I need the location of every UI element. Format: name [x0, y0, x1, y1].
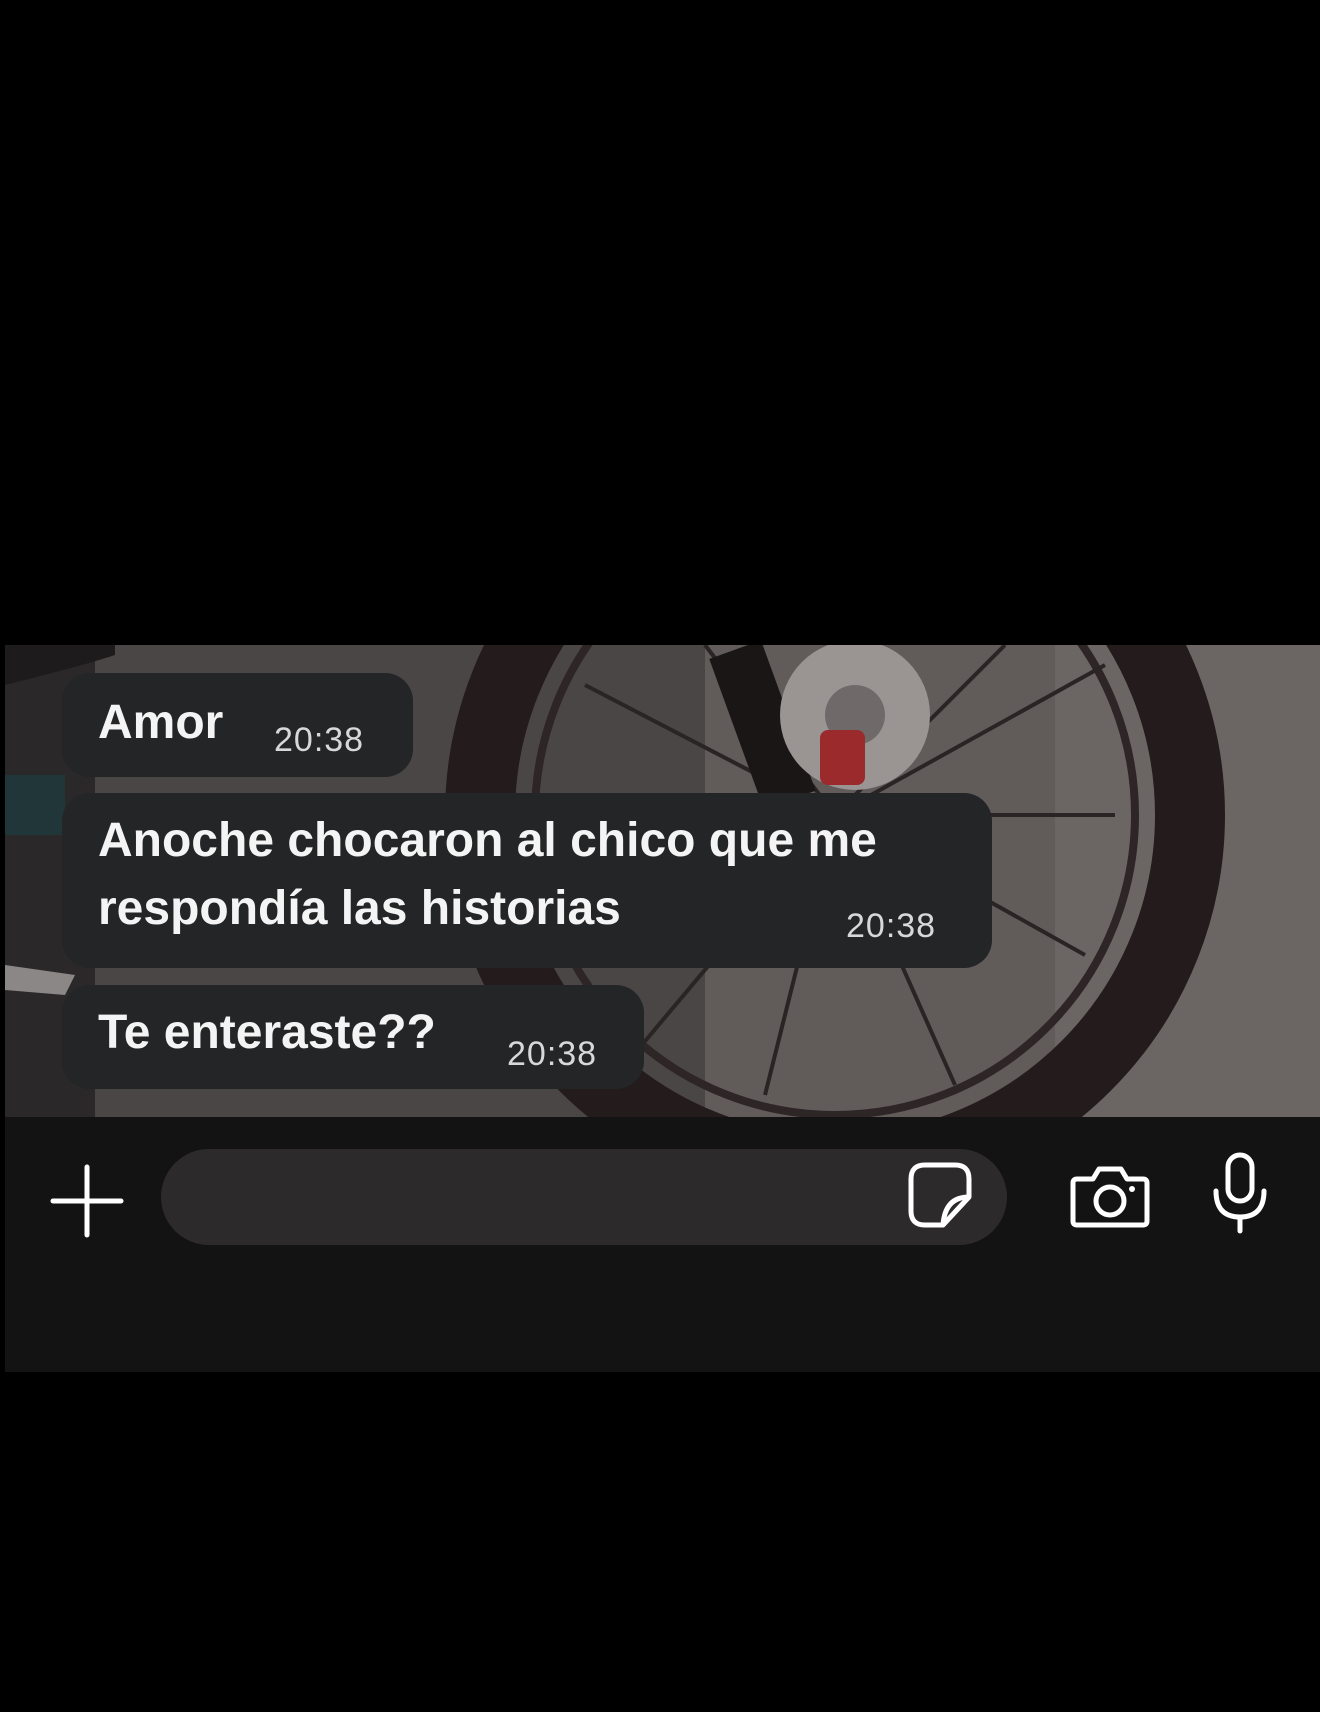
message-bubble[interactable]: Amor 20:38 [62, 673, 413, 777]
message-bubble[interactable]: Te enteraste?? 20:38 [62, 985, 644, 1089]
camera-icon[interactable] [1069, 1161, 1151, 1229]
message-timestamp: 20:38 [507, 1035, 598, 1073]
microphone-icon[interactable] [1210, 1151, 1270, 1235]
plus-icon[interactable] [47, 1161, 127, 1241]
message-text: Amor [98, 696, 224, 749]
sticker-icon[interactable] [905, 1159, 975, 1231]
message-timestamp: 20:38 [846, 907, 937, 945]
message-text: Anoche chocaron al chico que me respondí… [98, 814, 877, 935]
message-bubble[interactable]: Anoche chocaron al chico que me respondí… [62, 793, 992, 968]
message-timestamp: 20:38 [274, 721, 365, 759]
message-text: Te enteraste?? [98, 1006, 436, 1059]
message-composer [5, 1117, 1320, 1372]
message-input[interactable] [161, 1149, 1007, 1245]
chat-window: Amor 20:38 Anoche chocaron al chico que … [5, 645, 1320, 1372]
message-list: Amor 20:38 Anoche chocaron al chico que … [5, 645, 1320, 1117]
